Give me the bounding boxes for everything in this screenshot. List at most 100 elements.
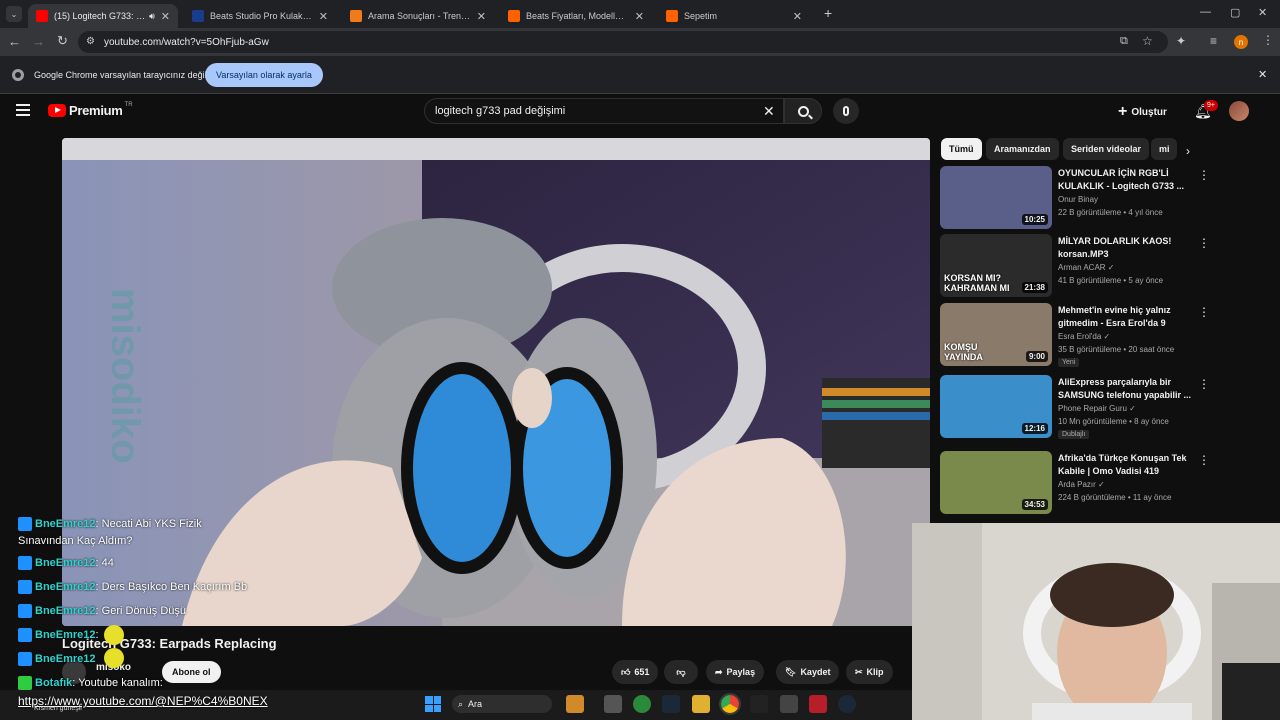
search-button[interactable] (784, 98, 822, 124)
video-title[interactable]: OYUNCULAR İÇİN RGB'Lİ KULAKLIK - Logitec… (1058, 167, 1193, 193)
close-tab-icon[interactable]: ✕ (161, 10, 170, 23)
recommended-video[interactable]: 34:53 Afrika'da Türkçe Konuşan Tek Kabile… (940, 451, 1210, 519)
url-text: youtube.com/watch?v=5OhFjub-aGw (104, 36, 269, 48)
video-title[interactable]: MİLYAR DOLARLIK KAOS! korsan.MP3 (1058, 235, 1193, 261)
webcam-overlay (912, 523, 1280, 720)
new-tab-button[interactable]: + (824, 5, 832, 21)
filter-chip[interactable]: mi (1151, 138, 1177, 160)
chat-user-icon (18, 676, 32, 690)
youtube-logo[interactable]: Premium TR (48, 102, 133, 118)
emoji-sticker (104, 625, 124, 645)
app-icon[interactable] (809, 695, 827, 713)
clip-button[interactable]: ✂ Klip (846, 660, 893, 684)
widget-icon[interactable] (566, 695, 584, 713)
share-label: Paylaş (726, 667, 756, 677)
chat-text: : Youtube kanalım: (72, 676, 163, 689)
recommended-video[interactable]: KORSAN MI? KAHRAMAN MI 21:38 MİLYAR DOLARL… (940, 234, 1210, 302)
video-player[interactable]: misodiko (62, 138, 930, 626)
account-avatar[interactable] (1229, 101, 1249, 121)
taskbar-search[interactable]: ⌕ Ara (452, 695, 552, 713)
close-tab-icon[interactable]: ✕ (635, 10, 644, 23)
profile-avatar[interactable]: n (1234, 35, 1248, 49)
menu-hamburger-icon[interactable] (16, 104, 30, 116)
notifications-button[interactable]: 🔔︎ 9+ (1194, 100, 1218, 120)
filter-chip[interactable]: Seriden videolar (1063, 138, 1150, 160)
youtube-play-icon (48, 104, 66, 117)
file-explorer-icon[interactable] (692, 695, 710, 713)
audio-icon[interactable]: 🔊︎ (149, 11, 155, 22)
subscribe-button[interactable]: Abone ol (162, 661, 221, 683)
bookmark-star-icon[interactable]: ☆ (1142, 34, 1153, 48)
close-tab-icon[interactable]: ✕ (319, 10, 328, 23)
channel-name[interactable]: Arman ACAR ✓ (1058, 263, 1115, 272)
set-default-button[interactable]: Varsayılan olarak ayarla (205, 63, 323, 87)
chrome-menu-icon[interactable]: ⋮ (1262, 33, 1274, 47)
infobar-close-icon[interactable]: ✕ (1258, 68, 1267, 81)
browser-tab[interactable]: Beats Studio Pro Kulaklık Fiyatı ✕ (184, 4, 336, 28)
like-button[interactable]: 👍︎ 651 (612, 660, 658, 684)
close-window-button[interactable]: ✕ (1258, 6, 1267, 19)
video-thumbnail[interactable]: 12:16 (940, 375, 1052, 438)
recommended-video[interactable]: 12:16 AliExpress parçalarıyla bir SAMSUNG… (940, 375, 1210, 443)
video-meta: 224 B görüntüleme • 11 ay önce (1058, 493, 1172, 502)
install-icon[interactable]: ⧉ (1120, 35, 1128, 48)
more-options-icon[interactable]: ⋮ (1198, 236, 1210, 250)
site-info-icon[interactable]: ⚙ (86, 36, 95, 47)
more-options-icon[interactable]: ⋮ (1198, 305, 1210, 319)
reload-icon[interactable]: ↻ (57, 33, 68, 49)
reading-list-icon[interactable]: ≡ (1210, 34, 1217, 48)
video-thumbnail[interactable]: 34:53 (940, 451, 1052, 514)
chat-user-icon (18, 580, 32, 594)
browser-tab[interactable]: Beats Fiyatları, Modelleri 823 Ürün ✕ (500, 4, 652, 28)
video-title[interactable]: Afrika'da Türkçe Konuşan Tek Kabile | Om… (1058, 452, 1193, 478)
extensions-icon[interactable]: ✦ (1176, 34, 1186, 48)
address-bar[interactable]: ⚙ youtube.com/watch?v=5OhFjub-aGw (78, 31, 1168, 53)
more-options-icon[interactable]: ⋮ (1198, 168, 1210, 182)
video-thumbnail[interactable]: KOMŞU YAYINDA 9:00 (940, 303, 1052, 366)
minimize-button[interactable]: — (1200, 6, 1211, 18)
video-thumbnail[interactable]: 10:25 (940, 166, 1052, 229)
video-title[interactable]: AliExpress parçalarıyla bir SAMSUNG tele… (1058, 376, 1193, 402)
create-button[interactable]: + Oluştur (1118, 101, 1167, 123)
filter-chip[interactable]: Aramanızdan (986, 138, 1059, 160)
recommended-video[interactable]: KOMŞU YAYINDA 9:00 Mehmet'in evine hiç yal… (940, 303, 1210, 371)
share-button[interactable]: ➦ Paylaş (706, 660, 765, 684)
app-icon[interactable] (780, 695, 798, 713)
browser-tab[interactable]: (15) Logitech G733: Earpads 🔊︎ ✕ (28, 4, 178, 28)
voice-search-button[interactable] (833, 98, 859, 124)
chrome-taskbar-icon[interactable] (719, 693, 741, 715)
video-thumbnail[interactable]: KORSAN MI? KAHRAMAN MI 21:38 (940, 234, 1052, 297)
channel-name[interactable]: Arda Pazır ✓ (1058, 480, 1105, 489)
chat-user-icon (18, 517, 32, 532)
browser-tab[interactable]: Arama Sonuçları - Trendyol ✕ (342, 4, 494, 28)
forward-icon[interactable]: → (32, 34, 45, 49)
tab-search-button[interactable]: ⌄ (6, 6, 22, 22)
close-tab-icon[interactable]: ✕ (477, 10, 486, 23)
task-view-icon[interactable] (604, 695, 622, 713)
steam-icon[interactable] (662, 695, 680, 713)
back-icon[interactable]: ← (8, 34, 21, 49)
recommended-video[interactable]: 10:25 OYUNCULAR İÇİN RGB'Lİ KULAKLIK - Lo… (940, 166, 1210, 234)
dislike-button[interactable]: 👎︎ (664, 660, 698, 684)
clear-search-icon[interactable]: ✕ (763, 103, 775, 120)
video-duration: 34:53 (1021, 499, 1048, 510)
video-title[interactable]: Mehmet'in evine hiç yalnız gitmedim - Es… (1058, 304, 1193, 330)
xbox-icon[interactable] (633, 695, 651, 713)
close-tab-icon[interactable]: ✕ (793, 10, 802, 23)
chat-user-icon (18, 604, 32, 618)
windows-start-icon[interactable] (425, 696, 441, 712)
maximize-button[interactable]: ▢ (1230, 6, 1240, 19)
ghub-icon[interactable] (750, 695, 768, 713)
search-input[interactable]: logitech g733 pad değişimi ✕ (424, 98, 784, 124)
channel-name[interactable]: Phone Repair Guru ✓ (1058, 404, 1136, 413)
channel-name[interactable]: Esra Erol'da ✓ (1058, 332, 1110, 341)
steam-icon[interactable] (838, 695, 856, 713)
chips-next-icon[interactable]: › (1186, 144, 1190, 158)
save-button[interactable]: 🔖︎ Kaydet (776, 660, 840, 684)
channel-name[interactable]: Onur Binay (1058, 195, 1098, 204)
more-options-icon[interactable]: ⋮ (1198, 453, 1210, 467)
filter-chip[interactable]: Tümü (941, 138, 982, 160)
more-options-icon[interactable]: ⋮ (1198, 377, 1210, 391)
browser-tab[interactable]: Sepetim ✕ (658, 4, 810, 28)
share-icon: ➦ (715, 666, 723, 677)
